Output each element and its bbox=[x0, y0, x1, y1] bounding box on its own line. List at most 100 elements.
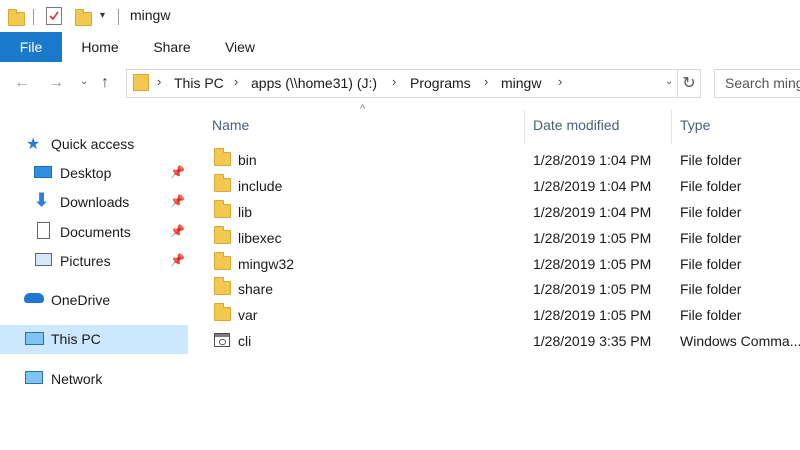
pictures-icon bbox=[35, 253, 52, 266]
back-arrow-icon[interactable]: ← bbox=[14, 74, 30, 92]
breadcrumb-programs[interactable]: Programs bbox=[410, 75, 471, 91]
nav-item-label: Downloads bbox=[60, 194, 130, 210]
table-row[interactable]: include 1/28/2019 1:04 PM File folder bbox=[190, 173, 800, 199]
star-icon: ★ bbox=[26, 136, 41, 153]
file-name: bin bbox=[238, 152, 257, 168]
table-row[interactable]: libexec 1/28/2019 1:05 PM File folder bbox=[190, 225, 800, 251]
nav-item-onedrive[interactable]: OneDrive bbox=[0, 286, 188, 314]
customize-dropdown-icon[interactable]: ▾ bbox=[100, 10, 105, 21]
file-date: 1/28/2019 3:35 PM bbox=[533, 333, 652, 349]
nav-item-label: Documents bbox=[60, 224, 131, 240]
nav-item-network[interactable]: Network bbox=[0, 365, 188, 393]
downloads-icon: ⬇ bbox=[34, 190, 50, 210]
folder-icon bbox=[214, 303, 231, 321]
nav-item-label: Pictures bbox=[60, 253, 111, 269]
properties-icon[interactable] bbox=[46, 7, 62, 25]
nav-item-this-pc[interactable]: This PC bbox=[0, 325, 188, 354]
file-name: include bbox=[238, 178, 283, 194]
file-type: File folder bbox=[680, 256, 742, 272]
address-bar[interactable]: › This PC › apps (\\home31) (J:) › Progr… bbox=[126, 69, 678, 98]
pin-icon[interactable]: 📌 bbox=[170, 253, 185, 267]
breadcrumb-separator-icon[interactable]: › bbox=[234, 74, 238, 89]
refresh-icon[interactable]: ↻ bbox=[677, 69, 701, 98]
file-name: var bbox=[238, 307, 258, 323]
folder-icon[interactable] bbox=[8, 9, 25, 26]
pin-icon[interactable]: 📌 bbox=[170, 165, 185, 179]
column-header-type[interactable]: Type bbox=[680, 117, 710, 133]
file-date: 1/28/2019 1:04 PM bbox=[533, 178, 652, 194]
column-header-date-modified[interactable]: Date modified bbox=[533, 117, 619, 133]
folder-icon bbox=[133, 74, 149, 91]
toolbar-separator bbox=[118, 9, 119, 25]
breadcrumb-this-pc[interactable]: This PC bbox=[174, 75, 224, 91]
table-row[interactable]: lib 1/28/2019 1:04 PM File folder bbox=[190, 199, 800, 225]
nav-item-label: This PC bbox=[51, 331, 101, 347]
file-date: 1/28/2019 1:05 PM bbox=[533, 230, 652, 246]
documents-icon bbox=[37, 222, 50, 239]
new-folder-icon[interactable] bbox=[75, 9, 92, 26]
column-divider[interactable] bbox=[671, 110, 672, 144]
table-row[interactable]: bin 1/28/2019 1:04 PM File folder bbox=[190, 147, 800, 173]
file-name: cli bbox=[238, 333, 252, 349]
file-date: 1/28/2019 1:04 PM bbox=[533, 152, 652, 168]
command-script-icon bbox=[214, 333, 230, 347]
file-type: File folder bbox=[680, 230, 742, 246]
cloud-icon bbox=[24, 293, 44, 303]
file-type: File folder bbox=[680, 178, 742, 194]
nav-item-quick-access[interactable]: ★ Quick access bbox=[0, 130, 188, 158]
tab-view[interactable]: View bbox=[214, 32, 266, 62]
recent-locations-chevron-icon[interactable]: ⌄ bbox=[80, 76, 88, 87]
tab-file[interactable]: File bbox=[0, 32, 62, 62]
title-bar: ▾ mingw bbox=[0, 0, 800, 32]
pin-icon[interactable]: 📌 bbox=[170, 194, 185, 208]
table-row[interactable]: share 1/28/2019 1:05 PM File folder bbox=[190, 276, 800, 302]
file-date: 1/28/2019 1:04 PM bbox=[533, 204, 652, 220]
file-type: Windows Comma... bbox=[680, 333, 800, 349]
nav-item-pictures[interactable]: Pictures 📌 bbox=[0, 247, 188, 275]
search-input[interactable]: Search ming bbox=[725, 75, 800, 91]
tab-share[interactable]: Share bbox=[144, 32, 200, 62]
nav-item-downloads[interactable]: ⬇ Downloads 📌 bbox=[0, 188, 188, 216]
folder-icon bbox=[214, 148, 231, 166]
folder-icon bbox=[214, 226, 231, 244]
nav-item-desktop[interactable]: Desktop 📌 bbox=[0, 159, 188, 187]
breadcrumb-drive[interactable]: apps (\\home31) (J:) bbox=[251, 75, 377, 91]
file-name: libexec bbox=[238, 230, 282, 246]
ribbon-tabs: File Home Share View bbox=[0, 32, 800, 63]
nav-item-documents[interactable]: Documents 📌 bbox=[0, 218, 188, 246]
pin-icon[interactable]: 📌 bbox=[170, 224, 185, 238]
column-divider[interactable] bbox=[524, 110, 525, 144]
desktop-icon bbox=[34, 166, 52, 178]
nav-item-label: Network bbox=[51, 371, 103, 387]
file-date: 1/28/2019 1:05 PM bbox=[533, 256, 652, 272]
breadcrumb-separator-icon[interactable]: › bbox=[157, 74, 161, 89]
folder-icon bbox=[214, 277, 231, 295]
file-type: File folder bbox=[680, 281, 742, 297]
file-type: File folder bbox=[680, 152, 742, 168]
computer-icon bbox=[25, 332, 44, 345]
window-title: mingw bbox=[130, 7, 171, 23]
address-dropdown-icon[interactable]: ⌄ bbox=[665, 76, 673, 87]
file-name: lib bbox=[238, 204, 253, 220]
nav-item-label: OneDrive bbox=[51, 292, 111, 308]
file-type: File folder bbox=[680, 204, 742, 220]
folder-icon bbox=[214, 200, 231, 218]
sort-ascending-icon: ^ bbox=[360, 103, 366, 115]
toolbar-separator bbox=[33, 9, 34, 25]
tab-home[interactable]: Home bbox=[72, 32, 128, 62]
navigation-pane: ★ Quick access Desktop 📌 ⬇ Downloads 📌 D… bbox=[0, 106, 188, 450]
search-box[interactable]: Search ming bbox=[714, 69, 800, 98]
table-row[interactable]: mingw32 1/28/2019 1:05 PM File folder bbox=[190, 251, 800, 277]
file-name: share bbox=[238, 281, 274, 297]
breadcrumb-separator-icon[interactable]: › bbox=[392, 74, 396, 89]
file-type: File folder bbox=[680, 307, 742, 323]
table-row[interactable]: var 1/28/2019 1:05 PM File folder bbox=[190, 302, 800, 328]
breadcrumb-mingw[interactable]: mingw bbox=[501, 75, 541, 91]
forward-arrow-icon[interactable]: → bbox=[48, 74, 64, 92]
column-header-name[interactable]: Name bbox=[212, 117, 249, 133]
up-arrow-icon[interactable]: ↑ bbox=[101, 74, 109, 92]
table-row[interactable]: cli 1/28/2019 3:35 PM Windows Comma... bbox=[190, 328, 800, 354]
breadcrumb-separator-icon[interactable]: › bbox=[484, 74, 488, 89]
folder-icon bbox=[214, 174, 231, 192]
breadcrumb-separator-icon[interactable]: › bbox=[558, 74, 562, 89]
